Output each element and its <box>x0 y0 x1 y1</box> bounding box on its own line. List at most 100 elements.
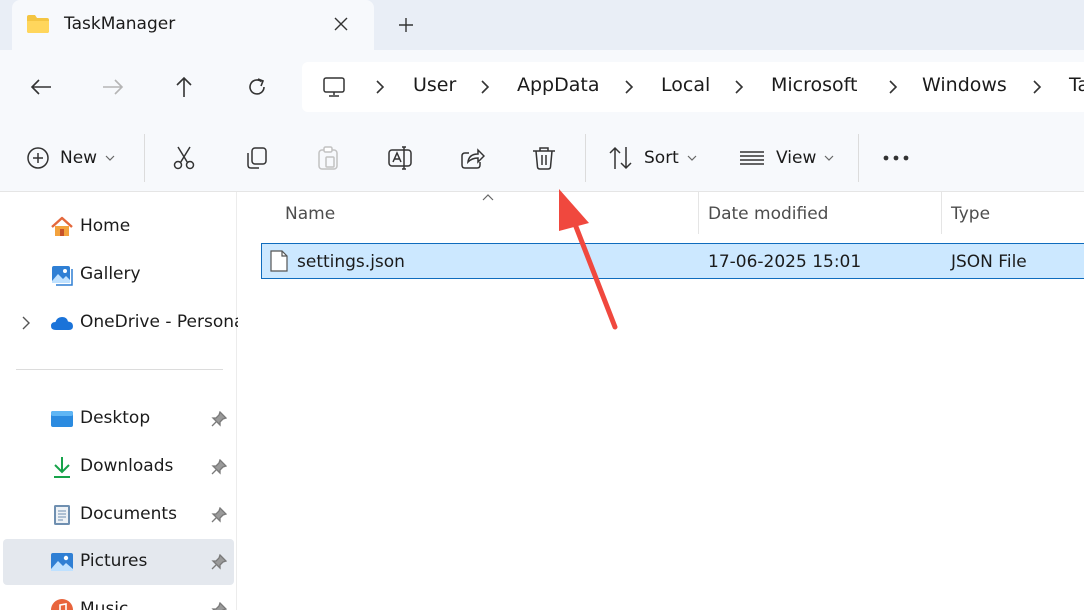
sidebar-item-gallery[interactable]: Gallery <box>3 252 234 298</box>
new-tab-button[interactable] <box>394 13 418 37</box>
breadcrumb-microsoft[interactable]: Microsoft <box>771 74 857 96</box>
sidebar-item-documents[interactable]: Documents <box>3 492 234 538</box>
sort-label: Sort <box>644 148 679 168</box>
forward-button[interactable] <box>98 72 128 102</box>
copy-button[interactable] <box>243 142 269 174</box>
sidebar-item-label: OneDrive - Persona <box>80 312 245 332</box>
address-bar[interactable]: User AppData Local Microsoft Windows Ta <box>302 62 1084 112</box>
toolbar-divider <box>585 134 586 182</box>
pin-icon[interactable] <box>211 459 227 475</box>
arrow-left-icon <box>30 79 51 95</box>
delete-icon <box>533 147 555 170</box>
paste-icon <box>318 146 338 170</box>
rename-icon <box>388 146 412 170</box>
sidebar-item-home[interactable]: Home <box>3 204 234 250</box>
documents-icon <box>54 505 70 525</box>
refresh-button[interactable] <box>242 72 272 102</box>
chevron-down-icon <box>687 155 697 161</box>
close-tab-button[interactable] <box>330 13 352 35</box>
arrow-up-icon <box>176 76 192 97</box>
chevron-right-icon <box>735 80 744 94</box>
sort-ascending-icon <box>482 194 494 201</box>
new-icon <box>27 147 49 169</box>
pin-icon[interactable] <box>211 554 227 570</box>
sidebar-item-onedrive[interactable]: OneDrive - Persona <box>3 300 244 346</box>
folder-icon <box>27 15 49 33</box>
view-button[interactable]: View <box>738 142 834 174</box>
command-bar: New Sort View <box>0 124 1084 192</box>
view-icon <box>740 151 764 165</box>
column-header-date-modified[interactable]: Date modified <box>708 204 828 224</box>
pin-icon[interactable] <box>211 411 227 427</box>
file-date-modified: 17-06-2025 15:01 <box>708 252 862 272</box>
more-options-button[interactable] <box>882 142 910 174</box>
more-icon <box>883 155 909 161</box>
sidebar-divider <box>16 369 223 370</box>
sidebar-item-label: Downloads <box>80 456 174 476</box>
cut-icon <box>173 146 195 170</box>
tab-taskmanager[interactable]: TaskManager <box>12 0 374 50</box>
share-icon <box>461 148 485 169</box>
column-divider[interactable] <box>941 192 942 234</box>
gallery-icon <box>52 266 73 286</box>
pictures-icon <box>51 553 73 571</box>
rename-button[interactable] <box>387 142 413 174</box>
chevron-right-icon <box>889 80 898 94</box>
breadcrumb-windows[interactable]: Windows <box>922 74 1007 96</box>
this-pc-icon <box>323 77 345 97</box>
chevron-down-icon <box>105 155 115 161</box>
cut-button[interactable] <box>171 142 197 174</box>
share-button[interactable] <box>459 142 485 174</box>
chevron-right-icon[interactable] <box>19 315 33 331</box>
file-row-settings-json[interactable]: settings.json 17-06-2025 15:01 JSON File <box>261 243 1084 279</box>
paste-button[interactable] <box>315 142 341 174</box>
breadcrumb-local[interactable]: Local <box>661 74 710 96</box>
chevron-right-icon <box>1033 80 1042 94</box>
file-name: settings.json <box>297 252 405 272</box>
breadcrumb-appdata[interactable]: AppData <box>517 74 600 96</box>
sidebar-item-label: Desktop <box>80 408 151 428</box>
chevron-right-icon <box>376 80 385 94</box>
sidebar-item-label: Home <box>80 216 131 236</box>
view-label: View <box>776 148 817 168</box>
copy-icon <box>247 147 267 169</box>
pin-icon[interactable] <box>211 602 227 610</box>
column-header-type[interactable]: Type <box>951 204 990 224</box>
new-label: New <box>60 148 98 168</box>
sidebar-item-pictures[interactable]: Pictures <box>3 539 234 585</box>
file-icon <box>270 250 288 272</box>
breadcrumb-truncated[interactable]: Ta <box>1069 74 1084 96</box>
sidebar-item-downloads[interactable]: Downloads <box>3 444 234 490</box>
column-divider[interactable] <box>698 192 699 234</box>
new-button[interactable]: New <box>26 142 115 174</box>
close-icon <box>334 17 348 31</box>
chevron-right-icon <box>481 80 490 94</box>
refresh-icon <box>249 78 265 95</box>
desktop-icon <box>51 411 73 427</box>
sidebar-item-desktop[interactable]: Desktop <box>3 396 234 442</box>
sort-button[interactable]: Sort <box>608 142 697 174</box>
toolbar-divider <box>858 134 859 182</box>
file-type: JSON File <box>951 252 1027 272</box>
chevron-down-icon <box>824 155 834 161</box>
plus-icon <box>399 18 413 32</box>
sort-icon <box>609 146 632 170</box>
title-bar: TaskManager <box>0 0 1084 50</box>
breadcrumb-user[interactable]: User <box>413 74 456 96</box>
arrow-right-icon <box>103 79 124 95</box>
pin-icon[interactable] <box>211 507 227 523</box>
downloads-icon <box>54 457 70 478</box>
navigation-bar: User AppData Local Microsoft Windows Ta <box>0 50 1084 124</box>
chevron-right-icon <box>625 80 634 94</box>
column-header-name[interactable]: Name <box>285 204 335 224</box>
delete-button[interactable] <box>531 142 557 174</box>
sidebar-item-label: Documents <box>80 504 177 524</box>
up-button[interactable] <box>169 72 199 102</box>
toolbar-divider <box>144 134 145 182</box>
sidebar-item-label: Pictures <box>80 551 148 571</box>
sidebar-item-label: Music <box>80 599 129 610</box>
sidebar-item-label: Gallery <box>80 264 141 284</box>
music-icon <box>51 599 73 610</box>
sidebar-item-music[interactable]: Music <box>3 587 234 610</box>
back-button[interactable] <box>26 72 56 102</box>
